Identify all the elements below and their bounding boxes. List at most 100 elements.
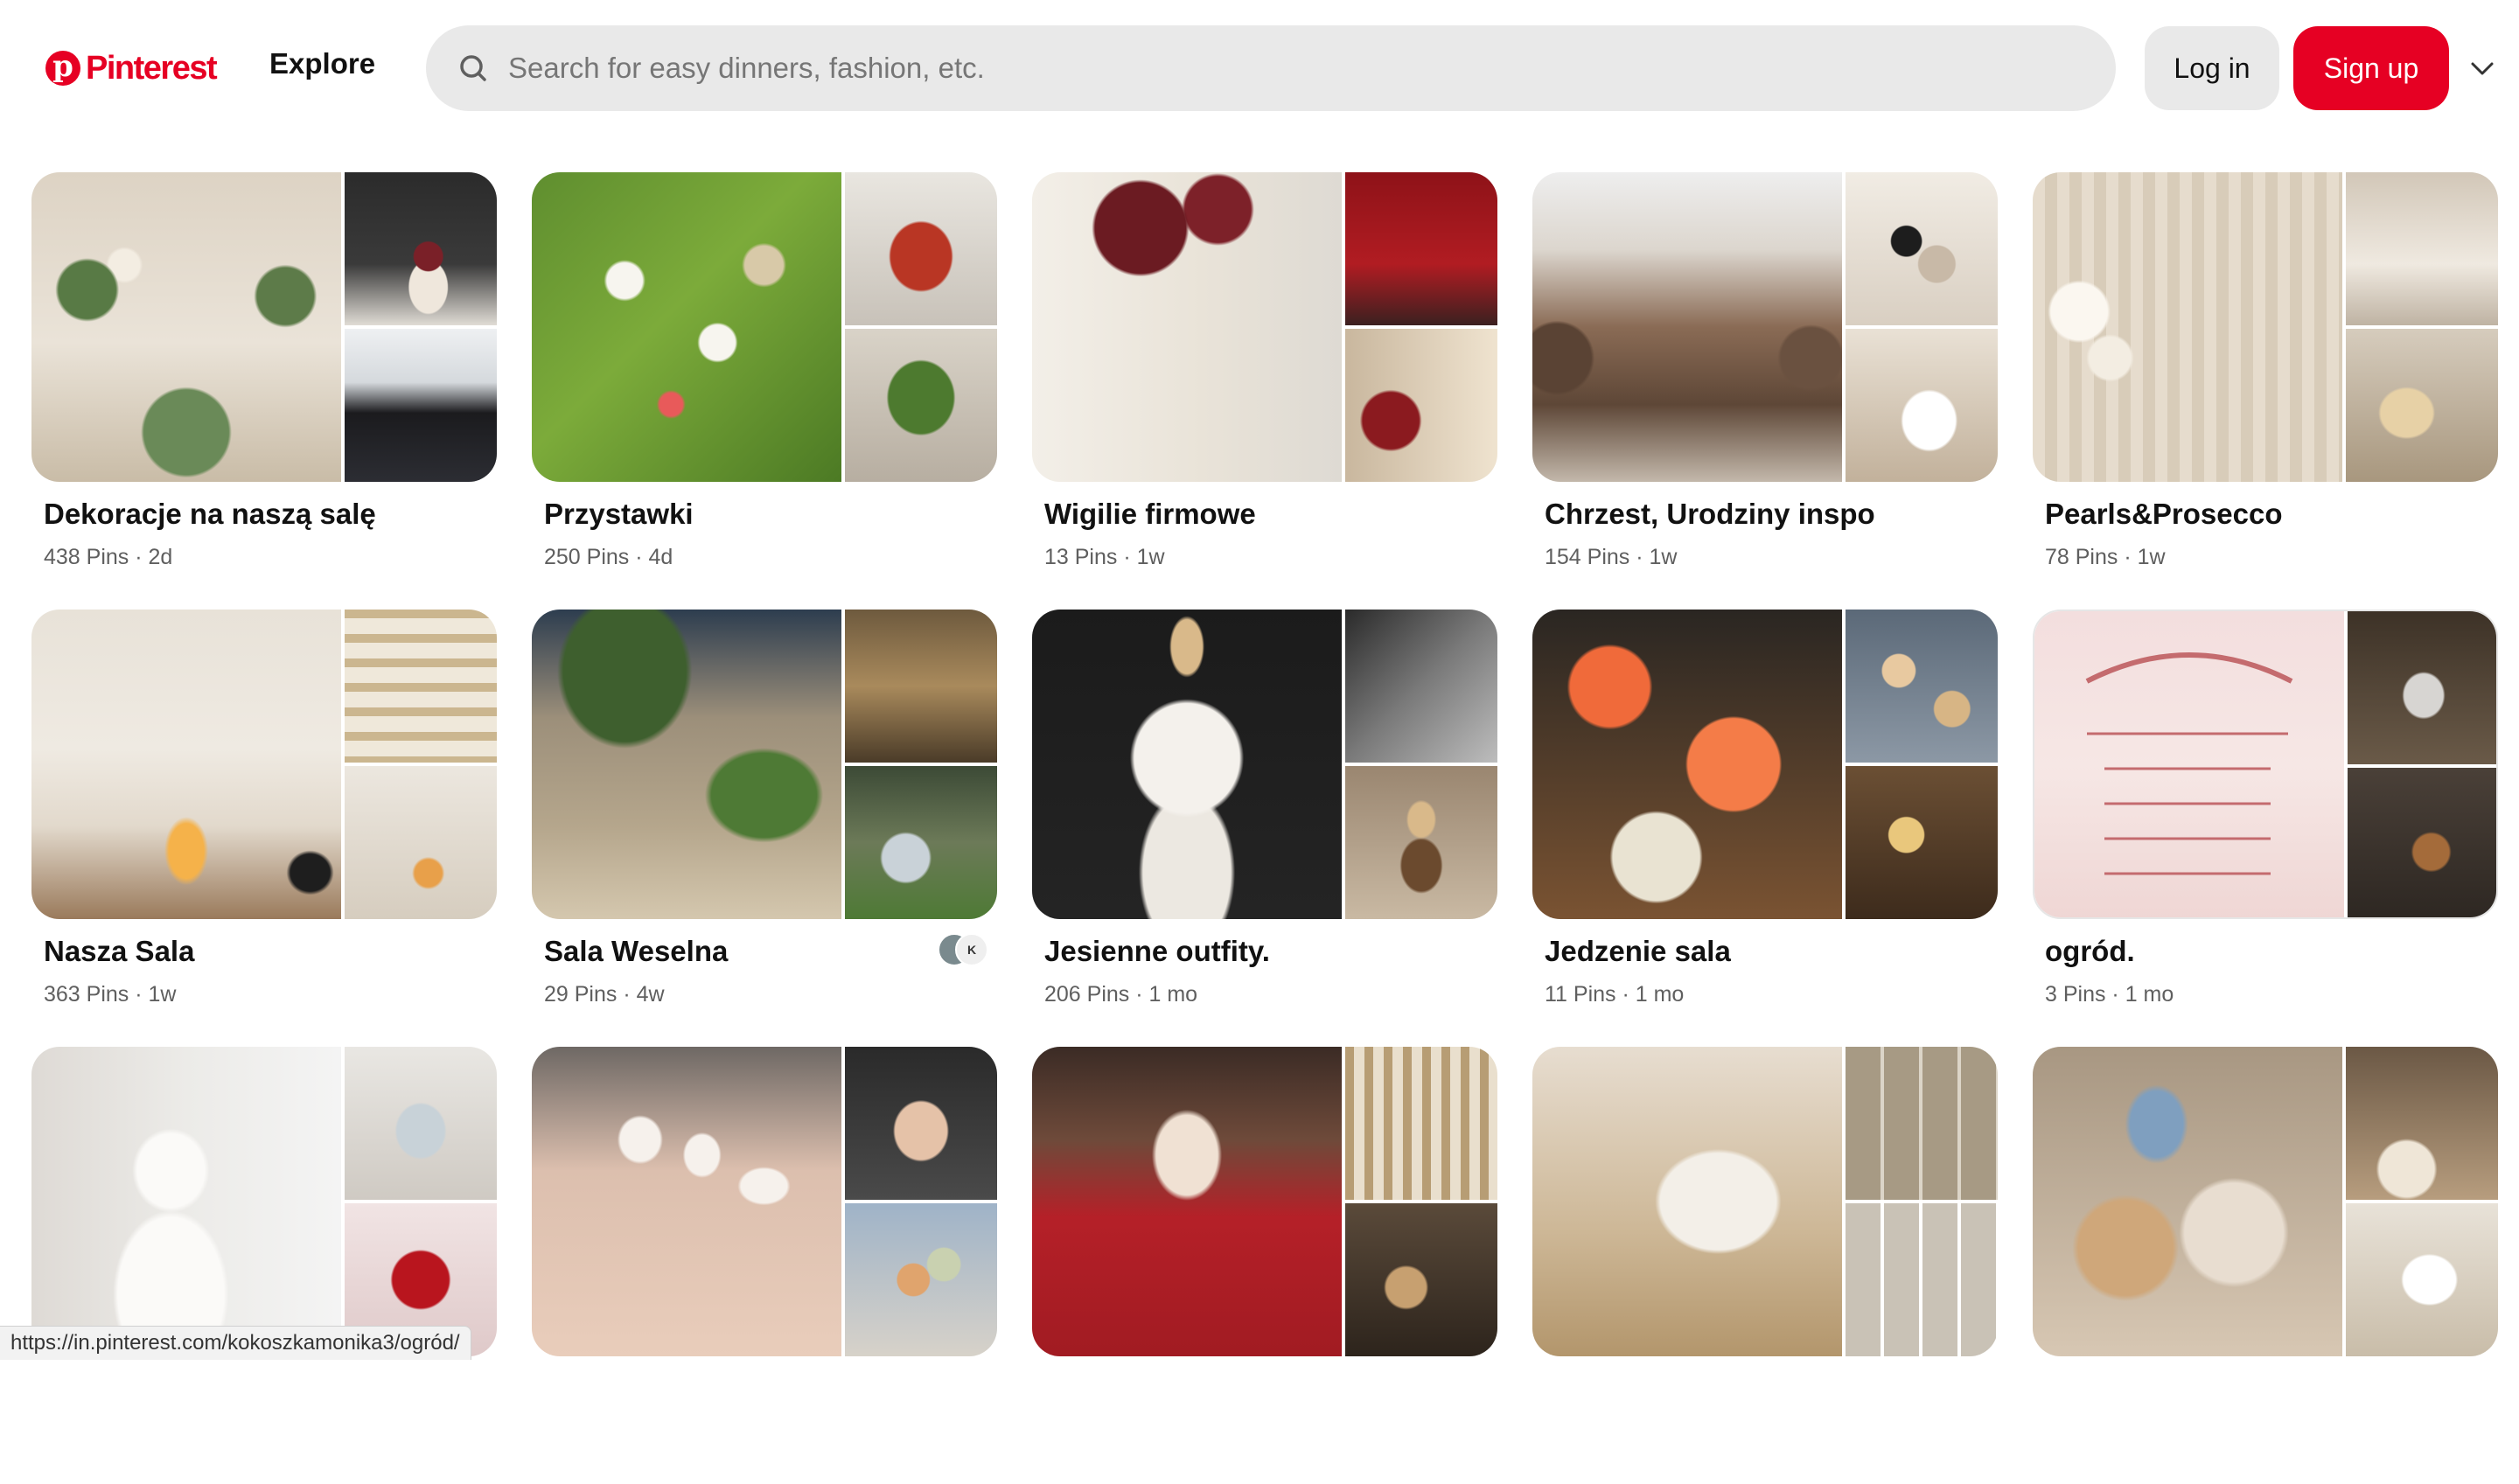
- browser-status-url: https://in.pinterest.com/kokoszkamonika3…: [0, 1326, 471, 1360]
- board-cover-collage: [1032, 1047, 1497, 1356]
- board-cover-collage: [1032, 172, 1497, 482]
- board-card[interactable]: [1532, 1047, 1998, 1484]
- board-card[interactable]: ogród. 3 Pins · 1 mo: [2033, 610, 2498, 1047]
- chevron-down-icon[interactable]: [2468, 54, 2496, 82]
- board-cover-image: [845, 172, 997, 325]
- board-cover-collage: [532, 172, 997, 482]
- board-cover-collage: [31, 1047, 497, 1356]
- board-meta: 206 Pins · 1 mo: [1044, 982, 1198, 1007]
- board-cover-image: [1846, 610, 1998, 763]
- board-cover-image: [2348, 768, 2496, 917]
- board-cover-collage: [1532, 172, 1998, 482]
- board-card[interactable]: Jedzenie sala 11 Pins · 1 mo: [1532, 610, 1998, 1047]
- login-button[interactable]: Log in: [2145, 26, 2279, 110]
- board-cover-image: [2346, 1203, 2498, 1356]
- board-cover-image: [345, 610, 497, 763]
- board-card[interactable]: Przystawki 250 Pins · 4d: [532, 172, 997, 610]
- board-card[interactable]: [2033, 1047, 2498, 1484]
- pinterest-logo-icon: p: [45, 49, 80, 86]
- board-meta: 78 Pins · 1w: [2045, 545, 2166, 569]
- top-navigation: p Pinterest Explore Log in Sign up: [0, 0, 2519, 131]
- board-title: Sala Weselna: [544, 935, 729, 967]
- board-cover-image: [1532, 610, 1842, 919]
- board-card[interactable]: Jesienne outfity. 206 Pins · 1 mo: [1032, 610, 1497, 1047]
- board-card[interactable]: Dekoracje na naszą salę 438 Pins · 2d: [31, 172, 497, 610]
- board-cover-image: [31, 1047, 341, 1356]
- board-cover-image: [2033, 172, 2342, 482]
- board-title: ogród.: [2045, 935, 2135, 967]
- board-cover-image: [1032, 610, 1342, 919]
- board-card[interactable]: Chrzest, Urodziny inspo 154 Pins · 1w: [1532, 172, 1998, 610]
- board-card[interactable]: Sala Weselna 29 Pins · 4w K: [532, 610, 997, 1047]
- board-cover-collage: [1032, 610, 1497, 919]
- board-cover-collage: [1532, 1047, 1998, 1356]
- board-cover-image: [2346, 172, 2498, 325]
- board-cover-image: [1846, 172, 1998, 325]
- board-title: Jesienne outfity.: [1044, 935, 1270, 967]
- board-meta: 154 Pins · 1w: [1545, 545, 1678, 569]
- search-icon: [460, 55, 486, 81]
- pinterest-logo[interactable]: p Pinterest: [45, 44, 218, 93]
- collaborator-avatars[interactable]: K: [938, 933, 988, 966]
- board-card[interactable]: Wigilie firmowe 13 Pins · 1w: [1032, 172, 1497, 610]
- board-meta: 438 Pins · 2d: [44, 545, 173, 569]
- board-cover-collage: [2033, 172, 2498, 482]
- board-card[interactable]: Pearls&Prosecco 78 Pins · 1w: [2033, 172, 2498, 610]
- board-meta: 11 Pins · 1 mo: [1545, 982, 1685, 1007]
- board-cover-image: [1846, 329, 1998, 482]
- board-card[interactable]: [31, 1047, 497, 1484]
- board-cover-image: [1345, 172, 1497, 325]
- board-cover-collage: [31, 610, 497, 919]
- board-meta: 13 Pins · 1w: [1044, 545, 1165, 569]
- board-cover-image: [1846, 1203, 1998, 1356]
- board-card[interactable]: Nasza Sala 363 Pins · 1w: [31, 610, 497, 1047]
- board-meta: 29 Pins · 4w: [544, 982, 665, 1007]
- board-title: Wigilie firmowe: [1044, 498, 1256, 530]
- board-cover-image: [345, 172, 497, 325]
- board-cover-image: [1345, 766, 1497, 919]
- board-cover-collage: [2033, 610, 2498, 919]
- board-card[interactable]: [1032, 1047, 1497, 1484]
- board-cover-collage: [532, 1047, 997, 1356]
- board-cover-image: [845, 766, 997, 919]
- board-cover-image: [845, 610, 997, 763]
- board-cover-image: [1532, 1047, 1842, 1356]
- board-cover-image: [345, 329, 497, 482]
- board-cover-image: [845, 1047, 997, 1200]
- logo-text: Pinterest: [86, 49, 218, 87]
- board-cover-image: [845, 1203, 997, 1356]
- board-cover-image: [1345, 1047, 1497, 1200]
- board-title: Chrzest, Urodziny inspo: [1545, 498, 1875, 530]
- search-bar[interactable]: [426, 25, 2116, 111]
- board-cover-image: [2034, 611, 2344, 917]
- boards-grid: Dekoracje na naszą salę 438 Pins · 2d Pr…: [31, 172, 2498, 1484]
- board-title: Dekoracje na naszą salę: [44, 498, 376, 530]
- board-meta: 3 Pins · 1 mo: [2045, 982, 2174, 1007]
- board-title: Nasza Sala: [44, 935, 195, 967]
- board-cover-image: [1345, 329, 1497, 482]
- board-cover-collage: [1532, 610, 1998, 919]
- board-card[interactable]: [532, 1047, 997, 1484]
- board-cover-image: [532, 172, 841, 482]
- board-cover-image: [31, 610, 341, 919]
- avatar: K: [955, 933, 988, 966]
- search-input[interactable]: [506, 41, 2116, 95]
- board-cover-image: [1345, 610, 1497, 763]
- board-cover-image: [2348, 611, 2496, 764]
- board-cover-image: [2033, 1047, 2342, 1356]
- board-cover-image: [2346, 329, 2498, 482]
- board-cover-image: [845, 329, 997, 482]
- board-cover-image: [345, 766, 497, 919]
- board-meta: 363 Pins · 1w: [44, 982, 177, 1007]
- board-cover-image: [532, 610, 841, 919]
- board-cover-image: [1345, 1203, 1497, 1356]
- board-cover-image: [1032, 172, 1342, 482]
- board-title: Przystawki: [544, 498, 694, 530]
- signup-button[interactable]: Sign up: [2293, 26, 2449, 110]
- explore-link[interactable]: Explore: [269, 47, 375, 80]
- board-cover-image: [345, 1047, 497, 1200]
- cocktail-menu-illustration: [2085, 652, 2293, 875]
- board-cover-collage: [2033, 1047, 2498, 1356]
- board-title: Jedzenie sala: [1545, 935, 1731, 967]
- board-cover-collage: [31, 172, 497, 482]
